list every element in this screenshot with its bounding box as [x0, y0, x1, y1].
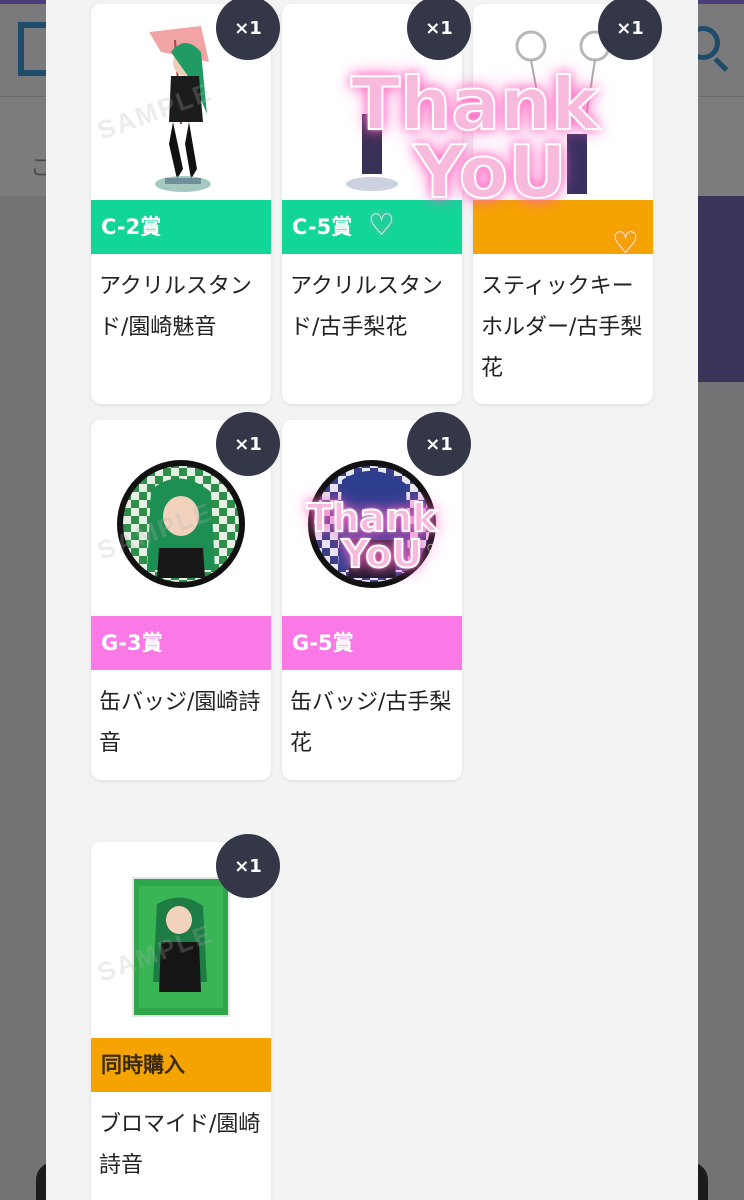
heart-icon: ♡ — [612, 226, 639, 261]
thank-you-line1: Thank — [306, 496, 439, 540]
site-logo-icon — [18, 22, 48, 76]
prize-name: 缶バッジ/古手梨花 — [290, 690, 452, 756]
thank-you-line1: Thank — [350, 62, 600, 146]
thank-you-line2: YoU — [412, 130, 567, 215]
prize-name: アクリルスタンド/古手梨花 — [290, 274, 443, 340]
thank-you-overlay-large: Thank YoU — [285, 62, 665, 215]
quantity-badge: ×1 — [407, 412, 471, 476]
heart-icon: ♡ — [426, 541, 443, 562]
prize-label-band: 同時購入 — [91, 1038, 271, 1092]
prize-label-band: G-5賞 — [282, 616, 462, 670]
prize-name: スティックキーホルダー/古手梨花 — [481, 274, 643, 381]
prize-name: ブロマイド/園崎詩音 — [99, 1112, 261, 1178]
quantity-badge: ×1 — [216, 412, 280, 476]
prize-label-band: C-2賞 — [91, 200, 271, 254]
prize-card[interactable]: SAMPLE C-2賞 アクリルスタンド/園崎魅音 — [91, 4, 271, 404]
background-banner — [698, 196, 744, 382]
prize-name: 缶バッジ/園崎詩音 — [99, 690, 261, 756]
prize-name: アクリルスタンド/園崎魅音 — [99, 274, 252, 340]
quantity-badge: ×1 — [216, 834, 280, 898]
heart-icon: ♡ — [368, 208, 395, 243]
prize-label-band: G-3賞 — [91, 616, 271, 670]
